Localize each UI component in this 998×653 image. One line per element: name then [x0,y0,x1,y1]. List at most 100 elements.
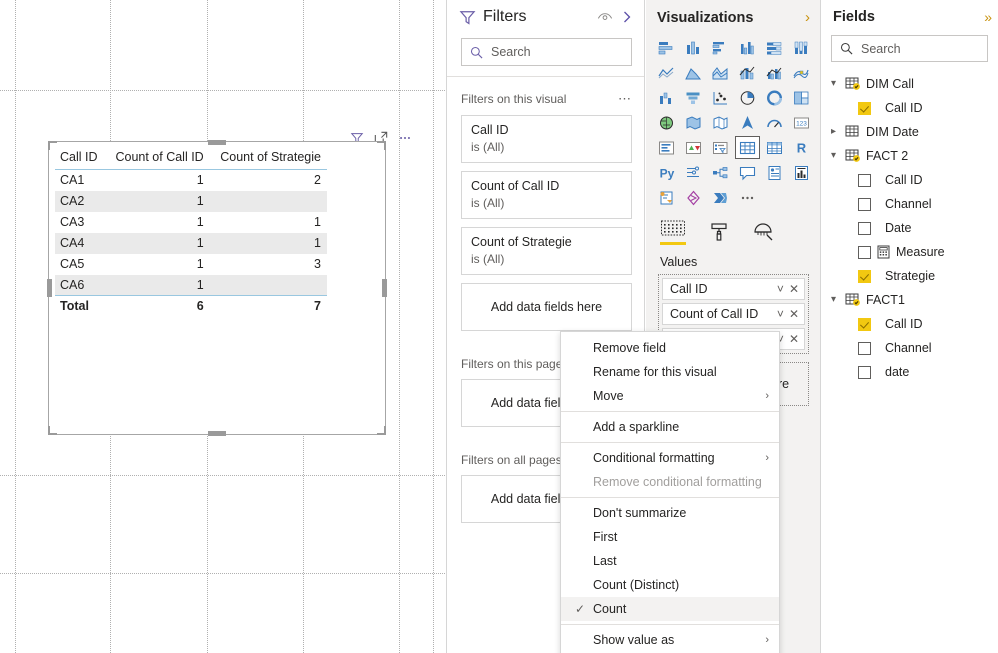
menu-item-show-value-as[interactable]: Show value as › [561,628,779,652]
resize-handle-right[interactable] [382,279,387,297]
field-item-fact2-channel[interactable]: Channel [821,192,998,216]
decomposition-tree-icon[interactable] [708,161,733,184]
table-row[interactable]: CA2 1 [55,190,327,212]
donut-chart-icon[interactable] [762,86,787,109]
menu-item-dont-summarize[interactable]: Don't summarize [561,501,779,525]
fields-table-dim-call[interactable]: ▾ DIM Call [821,72,998,96]
fields-table-fact1[interactable]: ▾ FACT1 [821,288,998,312]
table-icon[interactable] [735,136,760,159]
map-icon[interactable] [654,111,679,134]
resize-handle-left[interactable] [47,279,52,297]
close-icon[interactable]: ✕ [789,307,799,321]
line-stacked-column-chart-icon[interactable] [735,61,760,84]
tab-analytics[interactable] [752,222,776,245]
smart-narrative-icon[interactable] [789,161,814,184]
chevron-down-icon[interactable]: ▾ [831,79,845,89]
checkbox[interactable] [858,245,871,259]
field-pill[interactable]: Count of Call ID ˅ ✕ [662,303,805,325]
filter-card[interactable]: Count of Call ID is (All) [461,171,632,219]
checkbox[interactable] [858,341,871,355]
stacked-bar-chart-icon[interactable] [654,36,679,59]
table-row[interactable]: CA4 1 1 [55,232,327,254]
clustered-bar-chart-icon[interactable] [708,36,733,59]
waterfall-chart-icon[interactable] [654,86,679,109]
line-clustered-column-chart-icon[interactable] [762,61,787,84]
menu-item-remove-field[interactable]: Remove field [561,336,779,360]
checkbox[interactable] [858,317,871,331]
filter-card[interactable]: Call ID is (All) [461,115,632,163]
field-item-fact2-call-id[interactable]: Call ID [821,168,998,192]
resize-handle-top[interactable] [208,140,226,145]
field-item-fact2-strategie[interactable]: Strategie [821,264,998,288]
multi-row-card-icon[interactable] [654,136,679,159]
column-header[interactable]: Count of Call ID [105,148,210,170]
clustered-column-chart-icon[interactable] [735,36,760,59]
checkbox[interactable] [858,221,871,235]
q-and-a-icon[interactable] [735,161,760,184]
more-options-icon[interactable] [398,131,412,145]
column-header[interactable]: Call ID [55,148,106,170]
menu-item-first[interactable]: First [561,525,779,549]
powerapps-icon[interactable] [654,186,679,209]
chevron-down-icon[interactable]: ˅ [777,307,784,321]
resize-handle-bottom[interactable] [208,431,226,436]
table-row[interactable]: CA6 1 [55,274,327,296]
chevron-down-icon[interactable]: ▾ [831,151,845,161]
menu-item-count-distinct[interactable]: Count (Distinct) [561,573,779,597]
more-options-icon[interactable] [735,186,760,209]
checkbox[interactable] [858,101,871,115]
checkbox[interactable] [858,365,871,379]
python-visual-icon[interactable]: Py [654,161,679,184]
chevron-down-icon[interactable]: ˅ [777,282,784,296]
menu-item-rename-for-this-visual[interactable]: Rename for this visual [561,360,779,384]
arcgis-map-icon[interactable] [735,111,760,134]
fields-search-input[interactable]: Search [831,35,988,62]
fields-table-fact-2[interactable]: ▾ FACT 2 [821,144,998,168]
more-options-icon[interactable]: ⋯ [618,91,632,107]
menu-item-add-a-sparkline[interactable]: Add a sparkline [561,415,779,439]
tab-fields[interactable] [660,219,686,245]
menu-item-move[interactable]: Move › [561,384,779,408]
stacked-area-chart-icon[interactable] [708,61,733,84]
resize-handle-bottom-left[interactable] [48,426,57,435]
chevron-right-icon[interactable]: ▸ [831,127,845,137]
field-item-fact2-date[interactable]: Date [821,216,998,240]
filter-drop-zone-visual[interactable]: Add data fields here [461,283,632,331]
filled-map-icon[interactable] [681,111,706,134]
close-icon[interactable]: ✕ [789,282,799,296]
funnel-icon[interactable] [681,86,706,109]
menu-item-conditional-formatting[interactable]: Conditional formatting › [561,446,779,470]
ribbon-chart-icon[interactable] [789,61,814,84]
column-header[interactable]: Count of Strategie [209,148,327,170]
field-pill[interactable]: Call ID ˅ ✕ [662,278,805,300]
field-item-fact2-measure[interactable]: Measure [821,240,998,264]
filters-search-input[interactable]: Search [461,38,632,66]
shape-map-icon[interactable] [708,111,733,134]
scatter-chart-icon[interactable] [708,86,733,109]
checkbox[interactable] [858,269,871,283]
filter-card[interactable]: Count of Strategie is (All) [461,227,632,275]
card-icon[interactable]: 123 [789,111,814,134]
area-chart-icon[interactable] [681,61,706,84]
power-automate-icon[interactable] [681,186,706,209]
field-item-dim-call-call-id[interactable]: Call ID [821,96,998,120]
pie-chart-icon[interactable] [735,86,760,109]
field-item-fact1-date[interactable]: date [821,360,998,384]
resize-handle-bottom-right[interactable] [377,426,386,435]
report-canvas[interactable]: Call ID Count of Call ID Count of Strate… [0,0,445,653]
checkbox[interactable] [858,173,871,187]
menu-item-count[interactable]: ✓ Count [561,597,779,621]
matrix-icon[interactable] [762,136,787,159]
chevron-down-icon[interactable]: ▾ [831,295,845,305]
menu-item-last[interactable]: Last [561,549,779,573]
treemap-icon[interactable] [789,86,814,109]
chevron-right-icon[interactable] [620,10,634,24]
100-stacked-column-chart-icon[interactable] [789,36,814,59]
tab-format[interactable] [708,222,730,245]
key-influencers-icon[interactable] [681,161,706,184]
fields-table-dim-date[interactable]: ▸ DIM Date [821,120,998,144]
field-item-fact1-call-id[interactable]: Call ID [821,312,998,336]
eye-icon[interactable] [597,11,613,24]
paginated-report-icon[interactable] [762,161,787,184]
slicer-icon[interactable] [708,136,733,159]
